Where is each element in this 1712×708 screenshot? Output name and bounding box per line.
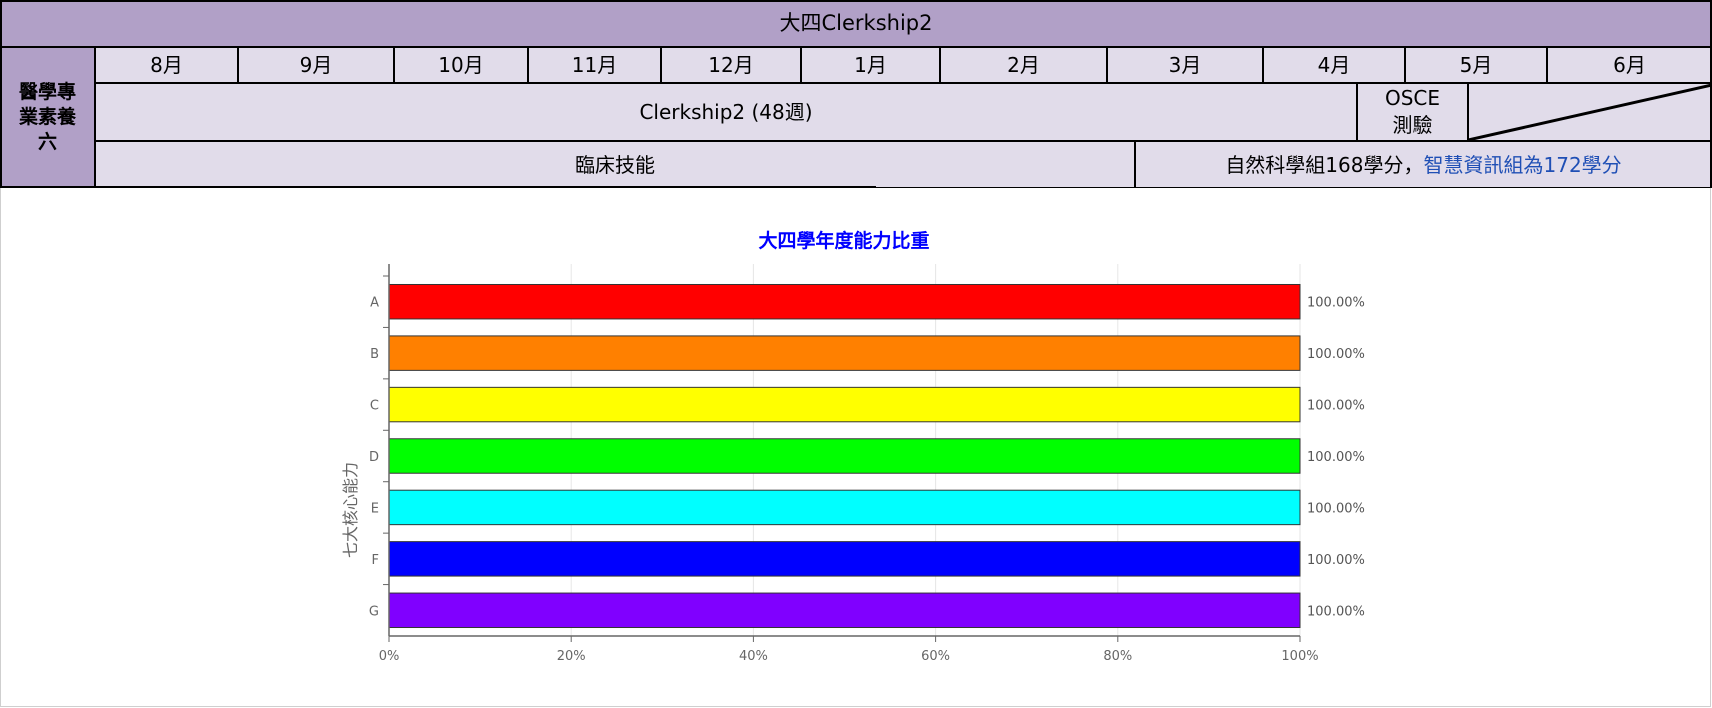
y-tick-label: A [370, 296, 379, 311]
border-line [1134, 141, 1136, 188]
bar [388, 283, 1301, 320]
month-divider [1262, 47, 1264, 83]
empty-diagonal-cell [1468, 83, 1712, 141]
month-cell: 10月 [394, 47, 528, 83]
x-tick-label: 20% [557, 649, 586, 664]
month-cell: 9月 [238, 47, 394, 83]
bar [388, 386, 1301, 423]
x-tick-label: 40% [739, 649, 768, 664]
month-cell: 2月 [940, 47, 1107, 83]
bar [388, 438, 1301, 474]
bar [388, 335, 1301, 371]
schedule-table: 大四Clerkship2 醫學專 業素養 六 8月 9月 10月 11月 12月 1月 2月… [0, 0, 1712, 188]
chart-title: 大四學年度能力比重 [758, 229, 929, 252]
clerkship-label: Clerkship2 (48週) [639, 100, 813, 124]
month-divider [800, 47, 802, 83]
border-line [1356, 83, 1358, 141]
month-cell: 3月 [1107, 47, 1263, 83]
month-cell: 6月 [1547, 47, 1712, 83]
bar [388, 592, 1301, 629]
y-tick-label: B [370, 347, 379, 362]
chart-bars: 100.00% 100.00% 100.00% 100.00% 100.00% 100.0… [388, 283, 1365, 629]
credits-cell: 自然科學組168學分， 智慧資訊組為172學分 [1135, 141, 1712, 188]
month-cell: 12月 [661, 47, 801, 83]
diagonal-line [1468, 83, 1712, 141]
month-cell: 1月 [801, 47, 940, 83]
y-tick-label: D [369, 450, 379, 465]
bar [388, 541, 1301, 577]
month-cell: 11月 [528, 47, 661, 83]
credits-smart: 智慧資訊組為172學分 [1423, 152, 1622, 177]
clinical-skills-cell: 臨床技能 [95, 141, 1135, 188]
bar [388, 489, 1301, 526]
border-line [0, 46, 1712, 48]
border-line [95, 140, 1712, 142]
border-line [95, 82, 1712, 84]
month-divider [660, 47, 662, 83]
bar-value-label: 100.00% [1307, 604, 1365, 619]
month-divider [1106, 47, 1108, 83]
month-cell: 5月 [1405, 47, 1547, 83]
month-divider [393, 47, 395, 83]
month-divider [527, 47, 529, 83]
month-divider [939, 47, 941, 83]
y-tick-label: G [369, 604, 379, 619]
border-line [1467, 83, 1469, 141]
bar-value-label: 100.00% [1307, 553, 1365, 568]
x-tick-label: 60% [921, 649, 950, 664]
month-divider [1546, 47, 1548, 83]
row-label-cell: 醫學專 業素養 六 [0, 47, 95, 188]
ability-bar-chart: 大四學年度能力比重 七大核心能力 100.00%100.00%100.00%10… [341, 229, 1365, 664]
bar-value-label: 100.00% [1307, 347, 1365, 362]
y-tick-label: F [372, 553, 379, 568]
bar-value-label: 100.00% [1307, 296, 1365, 311]
schedule-title: 大四Clerkship2 [0, 0, 1712, 47]
clinical-skills-label: 臨床技能 [575, 152, 655, 177]
credits-natural: 自然科學組168學分， [1225, 152, 1424, 177]
month-divider [1404, 47, 1406, 83]
row-label-text: 醫學專 業素養 六 [18, 81, 76, 153]
border-line [94, 47, 96, 188]
bar-value-label: 100.00% [1307, 450, 1365, 465]
x-tick-label: 0% [379, 649, 400, 664]
border-line [0, 0, 1712, 2]
osce-cell: OSCE 測驗 [1357, 83, 1468, 141]
y-tick-label: E [371, 501, 379, 516]
osce-label: OSCE 測驗 [1384, 86, 1441, 137]
month-cell: 8月 [95, 47, 238, 83]
y-tick-label: C [370, 399, 379, 414]
clerkship-cell: Clerkship2 (48週) [95, 83, 1357, 141]
month-divider [237, 47, 239, 83]
bar-value-label: 100.00% [1307, 501, 1365, 516]
bar-value-label: 100.00% [1307, 399, 1365, 414]
month-cell: 4月 [1263, 47, 1405, 83]
border-line [0, 0, 2, 188]
x-tick-label: 80% [1103, 649, 1132, 664]
y-axis-label: 七大核心能力 [341, 462, 360, 558]
x-tick-label: 100% [1281, 649, 1318, 664]
